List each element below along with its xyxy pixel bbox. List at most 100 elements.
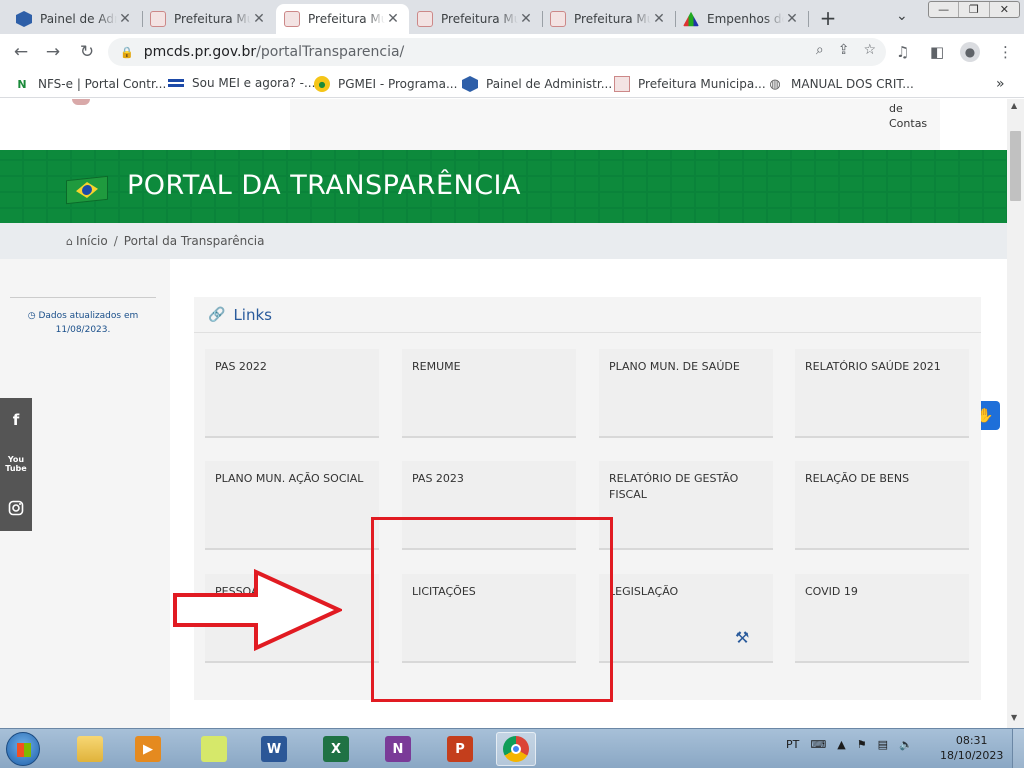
close-icon[interactable]: ✕ — [651, 11, 667, 27]
minimize-button[interactable]: — — [929, 2, 960, 17]
new-tab-button[interactable]: + — [816, 6, 840, 30]
tab-empenhos[interactable]: Empenhos do ✕ — [675, 4, 808, 34]
youtube-icon[interactable]: You Tube — [0, 442, 32, 486]
network-icon[interactable]: ▤ — [878, 738, 888, 751]
bookmarks-overflow-button[interactable]: » — [996, 76, 1005, 92]
close-icon[interactable]: ✕ — [518, 11, 534, 27]
back-arrow-icon[interactable]: ← — [10, 42, 32, 62]
card-label: PAS 2023 — [412, 472, 464, 485]
link-card-relatorio-gestao-fiscal[interactable]: RELATÓRIO DE GESTÃO FISCAL — [599, 461, 773, 550]
keyboard-icon[interactable]: ⌨ — [810, 738, 826, 751]
gov-stripes-icon — [168, 79, 184, 87]
share-icon[interactable]: ⇪ — [838, 42, 850, 58]
card-label: COVID 19 — [805, 585, 858, 598]
star-bookmark-icon[interactable]: ☆ — [863, 42, 876, 58]
tab-title: Prefeitura Municipal — [574, 12, 651, 26]
excel-icon: X — [323, 736, 349, 762]
tab-painel-admin[interactable]: Painel de Administração ✕ — [8, 4, 141, 34]
window-controls: — ❐ ✕ — [928, 1, 1020, 18]
tab-title: Painel de Administração — [40, 12, 117, 26]
taskbar-explorer[interactable] — [70, 732, 110, 766]
taskbar-onenote[interactable]: N — [378, 732, 418, 766]
taskbar-clock[interactable]: 08:31 18/10/2023 — [940, 733, 1003, 763]
taskbar-excel[interactable]: X — [316, 732, 356, 766]
chrome-icon — [503, 736, 529, 762]
site-header: de Contas — [0, 99, 1007, 151]
tab-prefeitura-4[interactable]: Prefeitura Municipal ✕ — [542, 4, 675, 34]
media-control-icon[interactable]: ♫ — [896, 43, 909, 61]
volume-icon[interactable]: 🔈 — [899, 738, 913, 751]
bookmark-manual[interactable]: ◍ MANUAL DOS CRIT... — [767, 76, 913, 92]
clock-date: 18/10/2023 — [940, 749, 1004, 762]
profile-avatar-icon[interactable]: ● — [960, 42, 980, 62]
action-center-flag-icon[interactable]: ⚑ — [857, 738, 867, 751]
divider — [10, 297, 156, 298]
close-icon[interactable]: ✕ — [784, 11, 800, 27]
tab-strip: Painel de Administração ✕ Prefeitura Mun… — [0, 0, 1024, 34]
window-close-button[interactable]: ✕ — [990, 2, 1019, 17]
side-panel-icon[interactable]: ◧ — [930, 43, 944, 61]
tray-expand-icon[interactable]: ▲ — [837, 738, 845, 751]
close-icon[interactable]: ✕ — [117, 11, 133, 27]
page-scrollbar[interactable]: ▲ ▼ — [1007, 99, 1024, 728]
forward-arrow-icon[interactable]: → — [42, 42, 64, 62]
link-card-relatorio-saude-2021[interactable]: RELATÓRIO SAÚDE 2021 — [795, 349, 969, 438]
bookmarks-bar: N NFS-e | Portal Contr... Sou MEI e agor… — [0, 70, 1024, 98]
link-card-pas-2022[interactable]: PAS 2022 — [205, 349, 379, 438]
card-label: PLANO MUN. DE SAÚDE — [609, 360, 740, 373]
close-icon[interactable]: ✕ — [385, 11, 401, 27]
instagram-icon[interactable] — [0, 486, 32, 530]
link-chain-icon: 🔗 — [208, 306, 226, 323]
link-card-plano-acao-social[interactable]: PLANO MUN. AÇÃO SOCIAL — [205, 461, 379, 550]
taskbar-media-player[interactable]: ▶ — [128, 732, 168, 766]
link-card-remume[interactable]: REMUME — [402, 349, 576, 438]
breadcrumb: ⌂ Início / Portal da Transparência — [0, 223, 1007, 259]
link-card-legislacao[interactable]: LEGISLAÇÃO ⚒ — [599, 574, 773, 663]
header-menu-area — [290, 99, 940, 151]
link-card-plano-saude[interactable]: PLANO MUN. DE SAÚDE — [599, 349, 773, 438]
link-card-covid-19[interactable]: COVID 19 — [795, 574, 969, 663]
taskbar-sticky-notes[interactable] — [194, 732, 234, 766]
powerpoint-icon: P — [447, 736, 473, 762]
card-label: PLANO MUN. AÇÃO SOCIAL — [215, 472, 364, 485]
taskbar-powerpoint[interactable]: P — [440, 732, 480, 766]
nfse-n-icon: N — [17, 77, 27, 91]
bookmark-painel-admin[interactable]: Painel de Administr... — [462, 76, 612, 92]
facebook-icon[interactable]: f — [0, 398, 32, 442]
chevron-down-icon[interactable]: ⌄ — [896, 8, 908, 24]
bookmark-nfse[interactable]: N NFS-e | Portal Contr... — [14, 76, 166, 92]
show-desktop-button[interactable] — [1012, 729, 1024, 768]
language-indicator[interactable]: PT — [786, 738, 799, 751]
menu-item-prestacao-contas[interactable]: de Contas — [889, 101, 927, 131]
triangle-icon — [683, 11, 699, 27]
bookmark-pgmei[interactable]: ● PGMEI - Programa... — [314, 76, 457, 92]
city-crest-logo — [72, 99, 90, 105]
card-label: RELATÓRIO DE GESTÃO FISCAL — [609, 472, 739, 501]
scrollbar-thumb[interactable] — [1010, 131, 1021, 201]
breadcrumb-home-link[interactable]: Início — [76, 234, 108, 248]
tab-prefeitura-active[interactable]: Prefeitura Municipal ✕ — [276, 4, 409, 34]
start-button[interactable] — [6, 732, 40, 766]
scroll-down-arrow-icon[interactable]: ▼ — [1011, 713, 1017, 722]
card-label: PAS 2022 — [215, 360, 267, 373]
hex-blue-icon — [462, 76, 478, 92]
clock-time: 08:31 — [955, 734, 988, 747]
address-bar[interactable]: 🔒 pmcds.pr.gov.br/portalTransparencia/ ⌕… — [108, 38, 886, 66]
bookmark-sou-mei[interactable]: Sou MEI e agora? -... — [168, 76, 315, 90]
card-label: RELATÓRIO SAÚDE 2021 — [805, 360, 941, 373]
zoom-search-icon[interactable]: ⌕ — [816, 42, 824, 58]
taskbar-chrome[interactable] — [496, 732, 536, 766]
link-card-relacao-bens[interactable]: RELAÇÃO DE BENS — [795, 461, 969, 550]
scroll-up-arrow-icon[interactable]: ▲ — [1011, 101, 1017, 110]
bookmark-prefeitura[interactable]: Prefeitura Municipa... — [614, 76, 766, 92]
tab-prefeitura-3[interactable]: Prefeitura Municipal ✕ — [409, 4, 542, 34]
reload-icon[interactable]: ↻ — [76, 42, 98, 62]
kebab-menu-icon[interactable]: ⋮ — [998, 43, 1013, 61]
restore-button[interactable]: ❐ — [959, 2, 990, 17]
brazil-flag-icon — [66, 175, 108, 205]
tab-separator — [808, 11, 809, 27]
sticky-note-icon — [201, 736, 227, 762]
taskbar-word[interactable]: W — [254, 732, 294, 766]
tab-prefeitura-1[interactable]: Prefeitura Municipal ✕ — [142, 4, 275, 34]
close-icon[interactable]: ✕ — [251, 11, 267, 27]
